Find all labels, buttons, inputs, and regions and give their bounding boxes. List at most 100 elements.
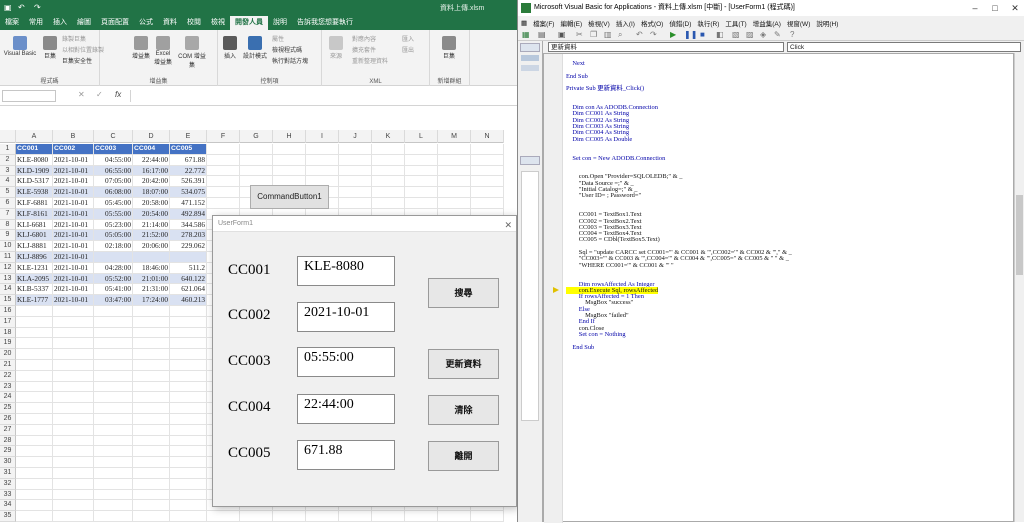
cell[interactable] [133, 435, 170, 447]
redo-icon[interactable]: ↷ [650, 30, 657, 39]
cell[interactable]: 2021-10-01 [53, 187, 94, 198]
cell[interactable] [339, 176, 372, 188]
cell[interactable] [240, 511, 273, 522]
new-group-macro-button[interactable]: 巨集 [438, 34, 460, 60]
cell[interactable] [339, 511, 372, 522]
visual-basic-button[interactable]: Visual Basic [2, 34, 38, 57]
row-header[interactable]: 6 [0, 197, 16, 209]
cell[interactable] [133, 316, 170, 328]
object-dropdown[interactable]: 更新資料 [548, 42, 784, 52]
cell[interactable] [170, 349, 207, 360]
cell[interactable] [438, 154, 471, 166]
code-scrollbar[interactable] [1014, 53, 1024, 522]
cell[interactable] [405, 187, 438, 198]
cell[interactable] [170, 392, 207, 404]
cell[interactable]: 2021-10-01 [53, 295, 94, 306]
cell[interactable]: KLF-6881 [16, 197, 53, 209]
xml-import-button[interactable]: 匯入 [402, 34, 414, 43]
column-header[interactable]: N [471, 130, 504, 143]
column-header[interactable]: C [94, 130, 133, 143]
column-header[interactable]: A [16, 130, 53, 143]
cell[interactable] [94, 446, 133, 458]
cell[interactable] [94, 413, 133, 425]
view-code-button[interactable]: 檢視程式碼 [272, 45, 302, 54]
project-tree-node[interactable] [521, 65, 539, 71]
cell[interactable]: 471.152 [170, 197, 207, 209]
cell[interactable] [306, 154, 339, 166]
menu-item[interactable]: 增益集(A) [750, 18, 784, 28]
textbox-cc005[interactable]: 671.88 [297, 440, 395, 470]
cell[interactable] [53, 327, 94, 339]
cell[interactable]: KLJ-8881 [16, 241, 53, 252]
cell[interactable] [94, 349, 133, 360]
cell[interactable]: KLE-8080 [16, 154, 53, 166]
cell[interactable] [405, 176, 438, 188]
cell[interactable] [471, 176, 504, 188]
menu-item[interactable]: 檢視(V) [585, 18, 613, 28]
cell[interactable]: 2021-10-01 [53, 176, 94, 188]
ribbon-tab[interactable]: 校閱 [182, 16, 206, 30]
cell[interactable] [16, 457, 53, 468]
menu-item[interactable]: 視窗(W) [784, 18, 813, 28]
cell[interactable]: 17:24:00 [133, 295, 170, 306]
cell[interactable] [53, 413, 94, 425]
cell[interactable] [16, 327, 53, 339]
table-header-cell[interactable]: CC001 [16, 144, 53, 155]
cell[interactable]: 02:18:00 [94, 241, 133, 252]
insert-control-button[interactable]: 插入 [220, 34, 240, 60]
cell[interactable]: 526.391 [170, 176, 207, 188]
menu-item[interactable]: 編輯(E) [557, 18, 585, 28]
exit-button[interactable]: 離開 [428, 441, 499, 471]
row-header[interactable]: 25 [0, 403, 16, 414]
cell[interactable] [94, 392, 133, 404]
cell[interactable]: KLE-5938 [16, 187, 53, 198]
row-header[interactable]: 23 [0, 381, 16, 393]
cell[interactable] [133, 511, 170, 522]
cell[interactable] [53, 489, 94, 501]
cell[interactable]: 278.203 [170, 230, 207, 242]
cell[interactable]: 511.2 [170, 262, 207, 274]
row-header[interactable]: 11 [0, 251, 16, 263]
menu-item[interactable]: 插入(I) [613, 18, 638, 28]
cell[interactable] [372, 511, 405, 522]
xml-source-button[interactable]: 來源 [326, 34, 346, 60]
xml-export-button[interactable]: 匯出 [402, 45, 414, 54]
cell[interactable] [405, 197, 438, 209]
row-header[interactable]: 28 [0, 435, 16, 447]
cell[interactable]: KLJ-8896 [16, 251, 53, 263]
cell[interactable] [53, 424, 94, 436]
row-header[interactable]: 24 [0, 392, 16, 404]
textbox-cc001[interactable]: KLE-8080 [297, 256, 395, 286]
cell[interactable] [133, 370, 170, 382]
cell[interactable]: 671.88 [170, 154, 207, 166]
cell[interactable]: 21:52:00 [133, 230, 170, 242]
cell[interactable] [207, 154, 240, 166]
code-editor[interactable]: Next End Sub Private Sub 更新資料_Click() Dim … [543, 53, 1014, 523]
cell[interactable] [53, 392, 94, 404]
column-header[interactable]: E [170, 130, 207, 143]
undo-icon[interactable]: ↶ [18, 3, 25, 12]
cell[interactable] [133, 489, 170, 501]
cell[interactable] [405, 154, 438, 166]
cell[interactable] [372, 144, 405, 155]
scrollbar-thumb[interactable] [1016, 195, 1023, 275]
cell[interactable] [133, 413, 170, 425]
cell[interactable]: 492.894 [170, 208, 207, 220]
cell[interactable]: 05:55:00 [94, 208, 133, 220]
column-header[interactable]: H [273, 130, 306, 143]
cell[interactable]: 344.586 [170, 219, 207, 231]
column-header[interactable]: F [207, 130, 240, 143]
properties-icon[interactable]: ▨ [746, 30, 754, 39]
map-properties-button[interactable]: 對應內容 [352, 34, 376, 43]
cell[interactable] [16, 338, 53, 350]
undo-icon[interactable]: ↶ [636, 30, 643, 39]
row-header[interactable]: 35 [0, 511, 16, 522]
cell[interactable] [53, 381, 94, 393]
cell[interactable] [306, 511, 339, 522]
cell[interactable]: 640.122 [170, 273, 207, 285]
cell[interactable]: 05:23:00 [94, 219, 133, 231]
cell[interactable] [372, 176, 405, 188]
cell[interactable] [438, 187, 471, 198]
command-button-1[interactable]: CommandButton1 [250, 185, 329, 209]
cell[interactable] [53, 316, 94, 328]
